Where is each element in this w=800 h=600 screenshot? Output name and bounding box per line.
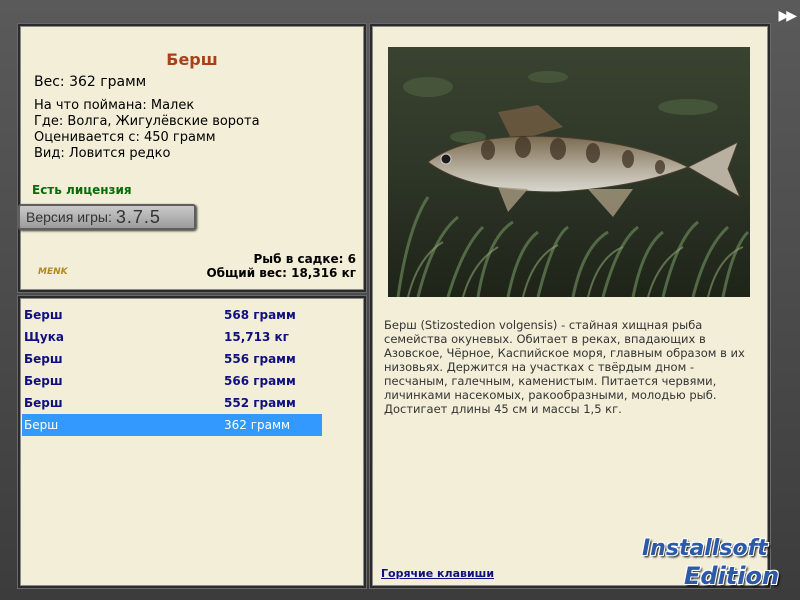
small-logo: MENK [38, 267, 68, 277]
fish-title: Берш [166, 50, 218, 69]
catch-list: Берш 568 грамм Щука 15,713 кг Берш 556 грамм Б… [22, 304, 322, 436]
installsoft-watermark: Installsoft Edition [640, 520, 798, 598]
catch-name: Берш [24, 396, 63, 410]
catch-row[interactable]: Берш 568 грамм [22, 304, 322, 326]
version-badge: Версия игры: 3.7.5 [18, 204, 196, 230]
catch-weight: 568 грамм [224, 308, 296, 322]
watermark-line2: Edition [684, 562, 780, 590]
catch-weight: 556 грамм [224, 352, 296, 366]
catch-row[interactable]: Берш 552 грамм [22, 392, 322, 414]
fish-description: Берш (Stizostedion volgensis) - стайная … [384, 318, 745, 416]
hotkeys-link[interactable]: Горячие клавиши [381, 567, 494, 580]
double-chevron-right-icon[interactable]: ▶▶ [778, 8, 796, 24]
description-panel: Берш (Stizostedion volgensis) - стайная … [370, 24, 770, 588]
catch-weight: 566 грамм [224, 374, 296, 388]
bait-text: На что поймана: Малек [34, 98, 195, 113]
catch-row[interactable]: Берш 556 грамм [22, 348, 322, 370]
rarity-text: Вид: Ловится редко [34, 146, 171, 161]
watermark-line1: Installsoft [642, 536, 768, 561]
license-status: Есть лицензия [32, 183, 132, 197]
fish-info-panel: Берш Вес: 362 грамм На что поймана: Мале… [18, 24, 366, 292]
catch-row[interactable]: Берш 566 грамм [22, 370, 322, 392]
valued-from-text: Оценивается с: 450 грамм [34, 130, 216, 145]
location-text: Где: Волга, Жигулёвские ворота [34, 114, 260, 129]
fish-facts: На что поймана: Малек Где: Волга, Жигулё… [34, 98, 260, 162]
catch-name: Щука [24, 330, 64, 344]
fish-photo [388, 47, 750, 297]
version-number: 3.7.5 [115, 206, 161, 227]
keepnet-stats: Рыб в садке: 6 Общий вес: 18,316 кг [206, 252, 356, 280]
catch-weight: 362 грамм [224, 418, 291, 432]
version-label: Версия игры: [26, 209, 112, 225]
catch-name: Берш [24, 418, 59, 432]
catch-name: Берш [24, 308, 63, 322]
total-weight: Общий вес: 18,316 кг [206, 266, 356, 280]
fish-count: Рыб в садке: 6 [253, 252, 357, 266]
catch-weight: 552 грамм [224, 396, 296, 410]
fish-photo-image [388, 47, 750, 297]
catch-row[interactable]: Берш 362 грамм [22, 414, 322, 436]
catch-list-panel: Берш 568 грамм Щука 15,713 кг Берш 556 грамм Б… [18, 296, 366, 588]
catch-row[interactable]: Щука 15,713 кг [22, 326, 322, 348]
catch-name: Берш [24, 374, 63, 388]
catch-name: Берш [24, 352, 63, 366]
catch-weight: 15,713 кг [224, 330, 289, 344]
fish-weight: Вес: 362 грамм [34, 74, 147, 90]
